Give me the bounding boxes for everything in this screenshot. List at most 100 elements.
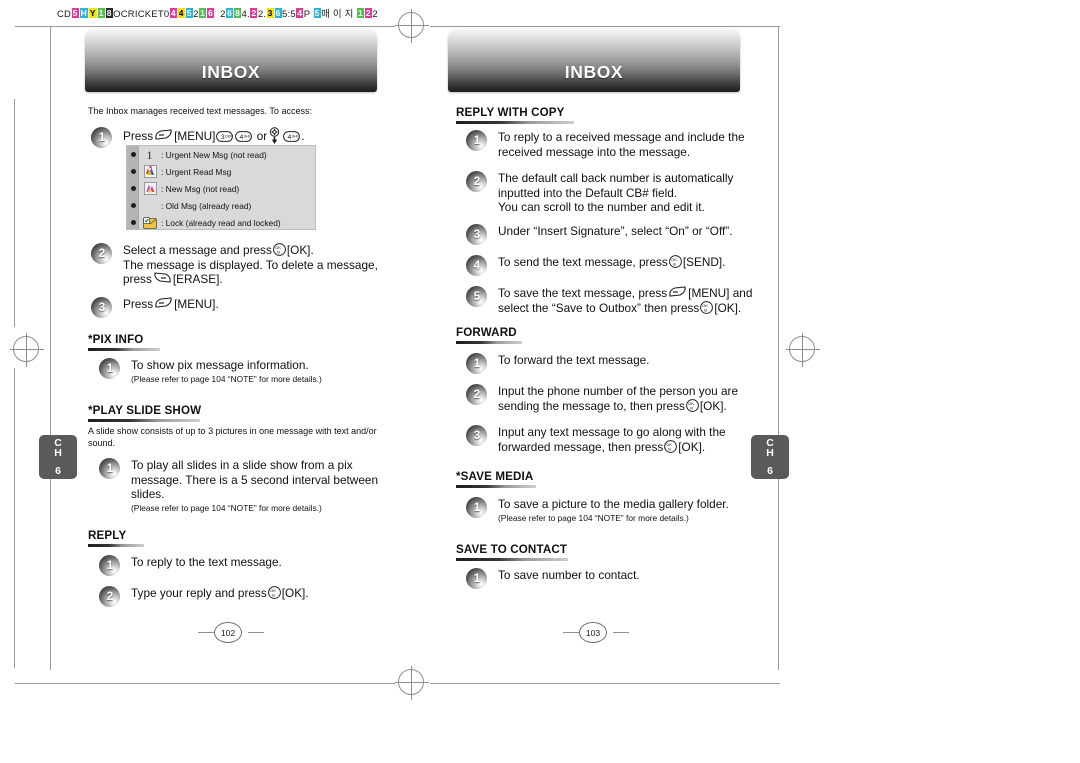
section-rule [456, 341, 522, 344]
navigation-key-icon [268, 127, 281, 144]
step-bullet: 2 [466, 384, 489, 405]
section-play-slide-show: *PLAY SLIDE SHOW [88, 404, 201, 422]
step-text: Select a message and press OK B [OK]. The m… [123, 243, 411, 287]
step-text-b: [MENU] and [688, 286, 753, 300]
chapter-tab-left: C H 6 [39, 435, 77, 479]
soft-right-key-icon [153, 272, 172, 285]
step-number: 2 [98, 247, 106, 260]
step-text-or: or [256, 129, 268, 143]
urgent-read-msg-icon [139, 165, 161, 178]
right-page: INBOX REPLY WITH COPY 1 To reply to a re… [440, 0, 860, 763]
key-4-icon: 4 GHI [235, 131, 253, 142]
legend-label: : Old Msg (already read) [161, 200, 252, 211]
step-type-reply: 2 Type your reply and press OK B [OK]. [99, 586, 399, 607]
step-text: The default call back number is automati… [498, 171, 766, 215]
legend-item: 1 : Urgent New Msg (not read) [139, 146, 315, 163]
step2-line1b: [OK]. [286, 243, 314, 257]
step-text-b: [OK]. [281, 586, 309, 600]
step2-line1a: Select a message and press [123, 243, 272, 257]
section-heading: REPLY [88, 529, 127, 542]
step-text: To reply to the text message. [131, 555, 282, 569]
chapter-tab-number: 6 [767, 464, 773, 477]
step-text: To save a picture to the media gallery f… [498, 497, 776, 523]
step-bullet: 2 [91, 243, 114, 264]
step-save-picture-to-gallery: 1 To save a picture to the media gallery… [466, 497, 776, 523]
page-folio-right: 103 [562, 621, 630, 645]
registration-mark-left-middle [10, 333, 44, 367]
svg-text:DEF: DEF [225, 134, 233, 138]
legend-item: : Old Msg (already read) [139, 197, 315, 214]
left-page-title: INBOX [201, 62, 261, 82]
page-number: 103 [579, 622, 607, 643]
section-heading: SAVE TO CONTACT [456, 543, 568, 556]
step-forward-text-message: 1 To forward the text message. [466, 353, 766, 374]
crop-line-left-lower [14, 368, 15, 668]
section-rule [88, 544, 144, 547]
step3-line1a: Press [123, 297, 154, 311]
slide-show-intro: A slide show consists of up to 3 picture… [88, 426, 377, 448]
step-insert-signature: 3 Under “Insert Signature”, select “On” … [466, 224, 776, 245]
chapter-tab-label-h: H [54, 447, 62, 460]
page-folio-left: 102 [197, 621, 265, 645]
page-number: 102 [214, 622, 242, 643]
step-bullet: 5 [466, 286, 489, 307]
step-text: Press [MENU]. [123, 297, 391, 312]
step-bullet: 1 [99, 555, 122, 576]
step-number: 1 [106, 559, 114, 572]
step-bullet: 4 [466, 255, 489, 276]
step-main-text: To play all slides in a slide show from … [131, 458, 379, 502]
svg-text:B: B [277, 249, 280, 254]
section-heading: FORWARD [456, 326, 517, 339]
legend-bullet-strip [127, 146, 139, 229]
section-heading: *SAVE MEDIA [456, 470, 534, 483]
step-bullet: 2 [466, 171, 489, 192]
svg-text:B: B [272, 592, 275, 597]
step-bullet: 1 [99, 458, 122, 479]
step-press-menu-again: 3 Press [MENU]. [91, 297, 391, 318]
key-4-icon-2: 4 GHI [283, 131, 301, 142]
step-text: To save the text message, press [MENU] an… [498, 286, 786, 315]
step-extra-line: You can scroll to the number and edit it… [498, 200, 705, 215]
step-number: 2 [106, 590, 114, 603]
step3-line1b: [MENU]. [174, 297, 219, 311]
step-text-d: [OK]. [714, 300, 742, 315]
ok-key-icon: OK B [664, 439, 678, 453]
step-note: (Please refer to page 104 “NOTE” for mor… [131, 373, 322, 384]
step2-line3a: press [123, 272, 152, 287]
step-text-period: . [301, 129, 305, 143]
legend-label: : Urgent Read Msg [161, 166, 232, 177]
ok-key-icon: OK B [686, 398, 699, 412]
section-forward: FORWARD [456, 326, 522, 344]
chapter-tab-label-h: H [766, 447, 774, 460]
step-note: (Please refer to page 104 “NOTE” for mor… [131, 502, 322, 513]
crop-line-left-upper [14, 99, 15, 327]
step-show-pix-info: 1 To show pix message information. (Plea… [99, 358, 399, 384]
step-text-b: sending the message to, then press [498, 398, 685, 413]
svg-text:GHI: GHI [244, 134, 250, 138]
step-number: 1 [473, 501, 481, 514]
section-rule [88, 419, 200, 422]
legend-item: : Urgent Read Msg [139, 163, 315, 180]
step-reply-to-text: 1 To reply to the text message. [99, 555, 399, 576]
step-text-b: forwarded message, then press [498, 439, 664, 454]
step-number: 1 [473, 134, 481, 147]
step-bullet: 1 [99, 358, 122, 379]
step-bullet: 1 [466, 497, 489, 518]
step-bullet: 3 [466, 425, 489, 446]
step-text-press: Press [123, 129, 154, 143]
step-text: To save number to contact. [498, 568, 640, 582]
step-number: 1 [106, 362, 114, 375]
step-text: Press [MENU] 3 DEF 4 GHI or 4 GHI. [123, 127, 381, 144]
step-number: 5 [473, 290, 481, 303]
svg-text:B: B [668, 446, 671, 451]
step-bullet: 3 [466, 224, 489, 245]
legend-rows: 1 : Urgent New Msg (not read) : Urgent R… [139, 146, 315, 229]
step-bullet: 1 [466, 353, 489, 374]
left-page-intro: The Inbox manages received text messages… [88, 106, 312, 116]
section-save-media: *SAVE MEDIA [456, 470, 536, 488]
step-main-text: To show pix message information. [131, 358, 309, 372]
legend-label: : New Msg (not read) [161, 183, 240, 194]
step-bullet: 1 [466, 130, 489, 151]
step-text: To play all slides in a slide show from … [131, 458, 379, 513]
step-number: 2 [473, 175, 481, 188]
